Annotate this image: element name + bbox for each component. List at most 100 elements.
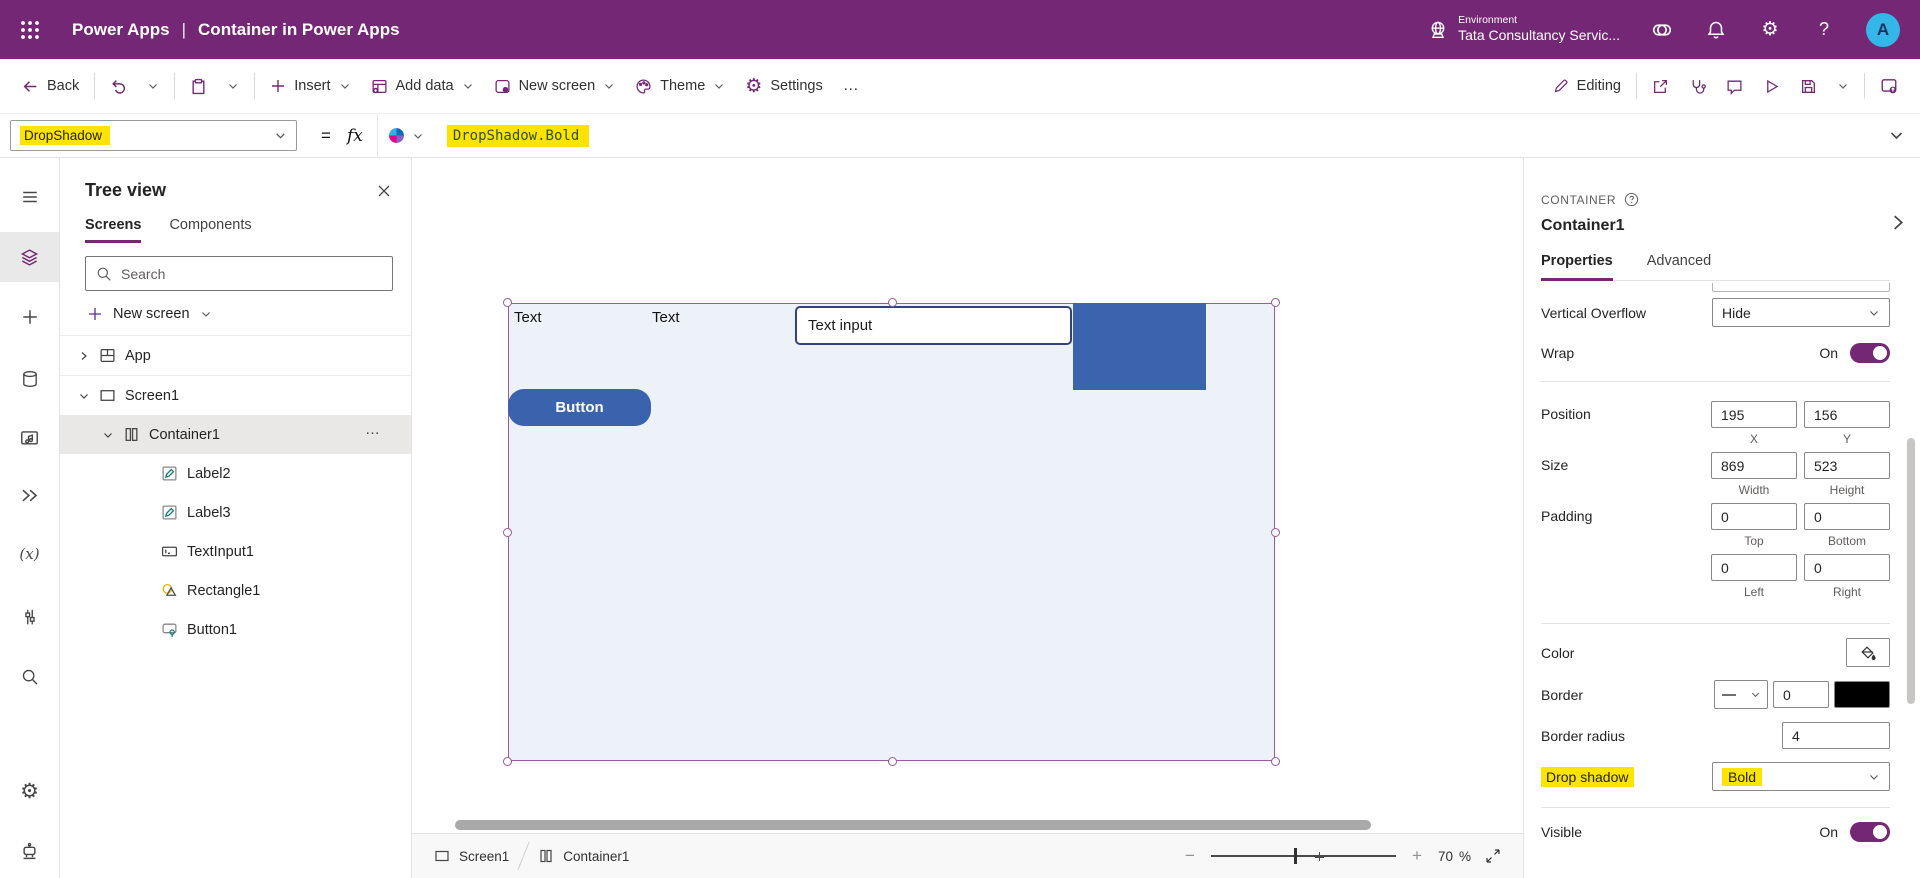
vertical-overflow-dropdown[interactable]: Hide [1712, 298, 1890, 327]
border-color-swatch[interactable] [1834, 681, 1890, 708]
resize-handle-top-left[interactable] [503, 298, 512, 307]
tree-item-screen1[interactable]: Screen1 [60, 376, 411, 415]
formula-input-area[interactable]: DropShadow.Bold [377, 114, 1920, 157]
padding-left-input[interactable] [1711, 554, 1797, 581]
resize-handle-left[interactable] [503, 528, 512, 537]
new-screen-button[interactable]: New screen [484, 67, 626, 105]
chevron-down-icon[interactable] [100, 429, 116, 441]
size-height-input[interactable] [1804, 452, 1890, 479]
zoom-out-button[interactable]: − [1183, 846, 1197, 866]
tree-item-container1[interactable]: Container1 … [60, 415, 411, 454]
close-tree-view-button[interactable] [377, 184, 391, 198]
zoom-in-button[interactable]: + [1410, 846, 1424, 866]
save-dropdown-button[interactable] [1827, 67, 1859, 105]
tab-components[interactable]: Components [169, 217, 251, 243]
zoom-slider-thumb[interactable] [1294, 848, 1297, 864]
properties-scrollbar[interactable] [1907, 438, 1915, 704]
fit-to-window-button[interactable] [1485, 848, 1501, 864]
settings-button-header[interactable]: ⚙ [1758, 18, 1782, 42]
padding-top-input[interactable] [1711, 503, 1797, 530]
canvas-textinput1[interactable] [795, 306, 1072, 345]
border-radius-input[interactable] [1782, 722, 1890, 749]
rail-item-settings[interactable]: ⚙ [0, 766, 59, 816]
tree-item-label3[interactable]: Label3 [60, 493, 411, 532]
color-picker-button[interactable] [1846, 638, 1890, 667]
tab-screens[interactable]: Screens [85, 217, 141, 243]
theme-button[interactable]: Theme [625, 67, 735, 105]
rail-item-media[interactable] [0, 413, 59, 463]
breadcrumb-screen1[interactable]: Screen1 [434, 848, 509, 864]
property-selector[interactable]: DropShadow [10, 120, 297, 151]
canvas-label2[interactable]: Text [514, 309, 542, 326]
rail-item-variables[interactable]: (x) [0, 529, 59, 579]
info-help-icon[interactable] [1624, 192, 1639, 207]
drop-shadow-dropdown[interactable]: Bold [1712, 762, 1890, 791]
padding-bottom-input[interactable] [1804, 503, 1890, 530]
insert-button[interactable]: Insert [260, 67, 360, 105]
rail-item-power-automate[interactable] [0, 470, 59, 520]
canvas-label3[interactable]: Text [652, 309, 680, 326]
paste-button[interactable] [180, 67, 217, 105]
settings-button[interactable]: ⚙ Settings [735, 67, 832, 105]
add-data-button[interactable]: Add data [361, 67, 484, 105]
item-overflow-button[interactable]: … [365, 421, 381, 438]
resize-handle-top-right[interactable] [1271, 298, 1280, 307]
share-button[interactable] [1642, 67, 1679, 105]
formula-text[interactable]: DropShadow.Bold [447, 125, 589, 147]
more-commands-button[interactable]: … [833, 67, 871, 105]
rail-item-data[interactable] [0, 354, 59, 404]
tree-item-button1[interactable]: Button1 [60, 610, 411, 649]
collapse-rail-button[interactable] [0, 172, 59, 222]
position-x-input[interactable] [1711, 401, 1797, 428]
resize-handle-bottom-left[interactable] [503, 757, 512, 766]
copilot-button[interactable] [1650, 18, 1674, 42]
notifications-button[interactable] [1704, 18, 1728, 42]
zoom-slider[interactable] [1211, 848, 1396, 864]
canvas-button1[interactable]: Button [508, 389, 651, 426]
comments-button[interactable] [1716, 67, 1753, 105]
tree-item-label2[interactable]: Label2 [60, 454, 411, 493]
breadcrumb-container1[interactable]: Container1 [538, 848, 629, 864]
tree-search-box[interactable] [85, 256, 393, 291]
save-button[interactable] [1790, 67, 1827, 105]
publish-button[interactable] [1870, 67, 1908, 105]
help-button[interactable]: ? [1812, 18, 1836, 42]
editing-mode-button[interactable]: Editing [1543, 67, 1631, 105]
chevron-right-icon[interactable] [76, 350, 92, 362]
wrap-toggle[interactable] [1850, 343, 1890, 363]
undo-dropdown-button[interactable] [137, 67, 169, 105]
new-screen-menu-button[interactable]: New screen [60, 291, 411, 335]
resize-handle-top[interactable] [888, 298, 897, 307]
resize-handle-bottom[interactable] [888, 757, 897, 766]
app-checker-button[interactable] [1679, 67, 1716, 105]
chevron-down-icon[interactable] [76, 390, 92, 402]
preview-button[interactable] [1753, 67, 1790, 105]
border-style-dropdown[interactable] [1714, 680, 1768, 709]
undo-button[interactable] [100, 67, 137, 105]
visible-toggle[interactable] [1850, 822, 1890, 842]
tree-item-textinput1[interactable]: TextInput1 [60, 532, 411, 571]
avatar[interactable]: A [1866, 13, 1900, 47]
tab-advanced[interactable]: Advanced [1647, 253, 1712, 280]
resize-handle-bottom-right[interactable] [1271, 757, 1280, 766]
formula-bar-expand-button[interactable] [1889, 128, 1904, 143]
paste-dropdown-button[interactable] [217, 67, 249, 105]
canvas-rectangle1[interactable] [1073, 303, 1206, 390]
rail-item-virtual-agent[interactable] [0, 826, 59, 876]
back-button[interactable]: Back [12, 67, 89, 105]
expand-panel-button[interactable] [1889, 214, 1906, 231]
canvas-container1[interactable]: Text Text Button [508, 303, 1275, 761]
app-name[interactable]: Power Apps [72, 20, 170, 40]
waffle-menu-button[interactable] [0, 0, 60, 59]
size-width-input[interactable] [1711, 452, 1797, 479]
design-canvas[interactable]: Text Text Button Screen1 Con [412, 158, 1523, 878]
resize-handle-right[interactable] [1271, 528, 1280, 537]
rail-item-tree-view[interactable] [0, 232, 59, 282]
position-y-input[interactable] [1804, 401, 1890, 428]
tree-item-rectangle1[interactable]: Rectangle1 [60, 571, 411, 610]
tab-properties[interactable]: Properties [1541, 253, 1613, 281]
rail-item-search[interactable] [0, 652, 59, 702]
search-input[interactable] [121, 266, 382, 282]
rail-item-advanced-tools[interactable] [0, 592, 59, 642]
padding-right-input[interactable] [1804, 554, 1890, 581]
